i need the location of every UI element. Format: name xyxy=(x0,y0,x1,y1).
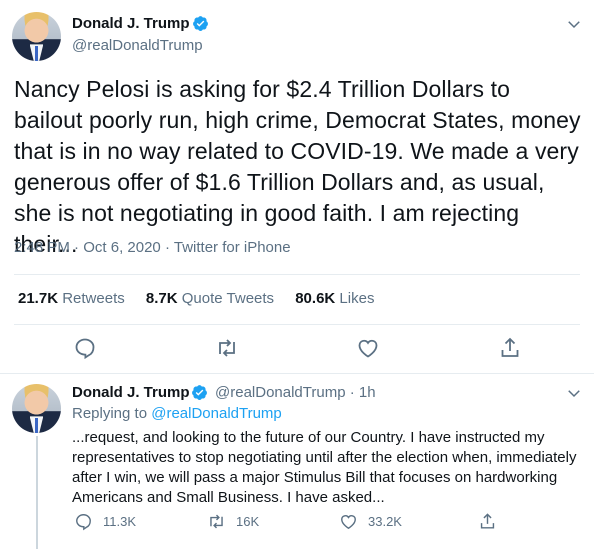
tweet-source[interactable]: Twitter for iPhone xyxy=(174,239,291,256)
retweet-action[interactable]: 16K xyxy=(207,512,259,531)
author-avatar[interactable] xyxy=(12,12,61,61)
chevron-down-icon[interactable] xyxy=(565,15,583,33)
tweet-text: ...request, and looking to the future of… xyxy=(72,429,577,506)
tweet-time[interactable]: 2:48 PM xyxy=(14,239,70,256)
tweet-meta: 2:48 PM · Oct 6, 2020 · Twitter for iPho… xyxy=(14,239,291,256)
verified-badge-icon xyxy=(193,16,208,31)
thread-line xyxy=(36,436,38,549)
retweet-count: 16K xyxy=(236,514,260,529)
retweets-label[interactable]: Retweets xyxy=(62,290,125,307)
retweets-count[interactable]: 21.7K xyxy=(18,290,58,307)
meta-separator: · xyxy=(349,384,355,401)
reply-header-meta: @realDonaldTrump · 1h xyxy=(215,384,376,401)
replying-to-label: Replying to xyxy=(72,405,148,422)
replying-to-link[interactable]: @realDonaldTrump xyxy=(151,405,282,422)
like-count: 33.2K xyxy=(368,514,402,529)
tweet-text: Nancy Pelosi is asking for $2.4 Trillion… xyxy=(14,76,581,257)
meta-separator: · xyxy=(74,239,80,256)
tweet-date[interactable]: Oct 6, 2020 xyxy=(83,239,161,256)
reply-tweet[interactable]: Donald J. Trump @realDonaldTrump · 1h Re… xyxy=(0,374,594,549)
replying-to: Replying to @realDonaldTrump xyxy=(72,405,282,422)
heart-icon[interactable] xyxy=(339,512,358,531)
share-icon[interactable] xyxy=(498,336,522,360)
chevron-down-icon[interactable] xyxy=(565,384,583,402)
author-name[interactable]: Donald J. Trump xyxy=(72,384,190,401)
verified-badge-icon xyxy=(192,385,207,400)
divider xyxy=(14,324,580,325)
main-tweet: Donald J. Trump @realDonaldTrump Nancy P… xyxy=(0,0,594,374)
author-avatar[interactable] xyxy=(12,384,61,433)
divider xyxy=(14,274,580,275)
tweet-time-ago[interactable]: 1h xyxy=(359,384,376,401)
likes-label[interactable]: Likes xyxy=(339,290,374,307)
retweet-icon[interactable] xyxy=(215,336,239,360)
retweet-icon[interactable] xyxy=(207,512,226,531)
reply-icon[interactable] xyxy=(74,512,93,531)
reply-count: 11.3K xyxy=(103,514,137,529)
like-action[interactable]: 33.2K xyxy=(339,512,402,531)
quote-tweets-count[interactable]: 8.7K xyxy=(146,290,178,307)
author-handle[interactable]: @realDonaldTrump xyxy=(215,384,346,401)
share-action[interactable] xyxy=(478,512,497,531)
reply-action[interactable]: 11.3K xyxy=(74,512,136,531)
engagement-stats: 21.7K Retweets 8.7K Quote Tweets 80.6K L… xyxy=(18,290,391,307)
author-handle[interactable]: @realDonaldTrump xyxy=(72,37,203,54)
author-name[interactable]: Donald J. Trump xyxy=(72,15,190,32)
quote-tweets-label[interactable]: Quote Tweets xyxy=(182,290,274,307)
meta-separator: · xyxy=(164,239,170,256)
heart-icon[interactable] xyxy=(356,336,380,360)
share-icon[interactable] xyxy=(478,512,497,531)
likes-count[interactable]: 80.6K xyxy=(295,290,335,307)
reply-icon[interactable] xyxy=(73,336,97,360)
